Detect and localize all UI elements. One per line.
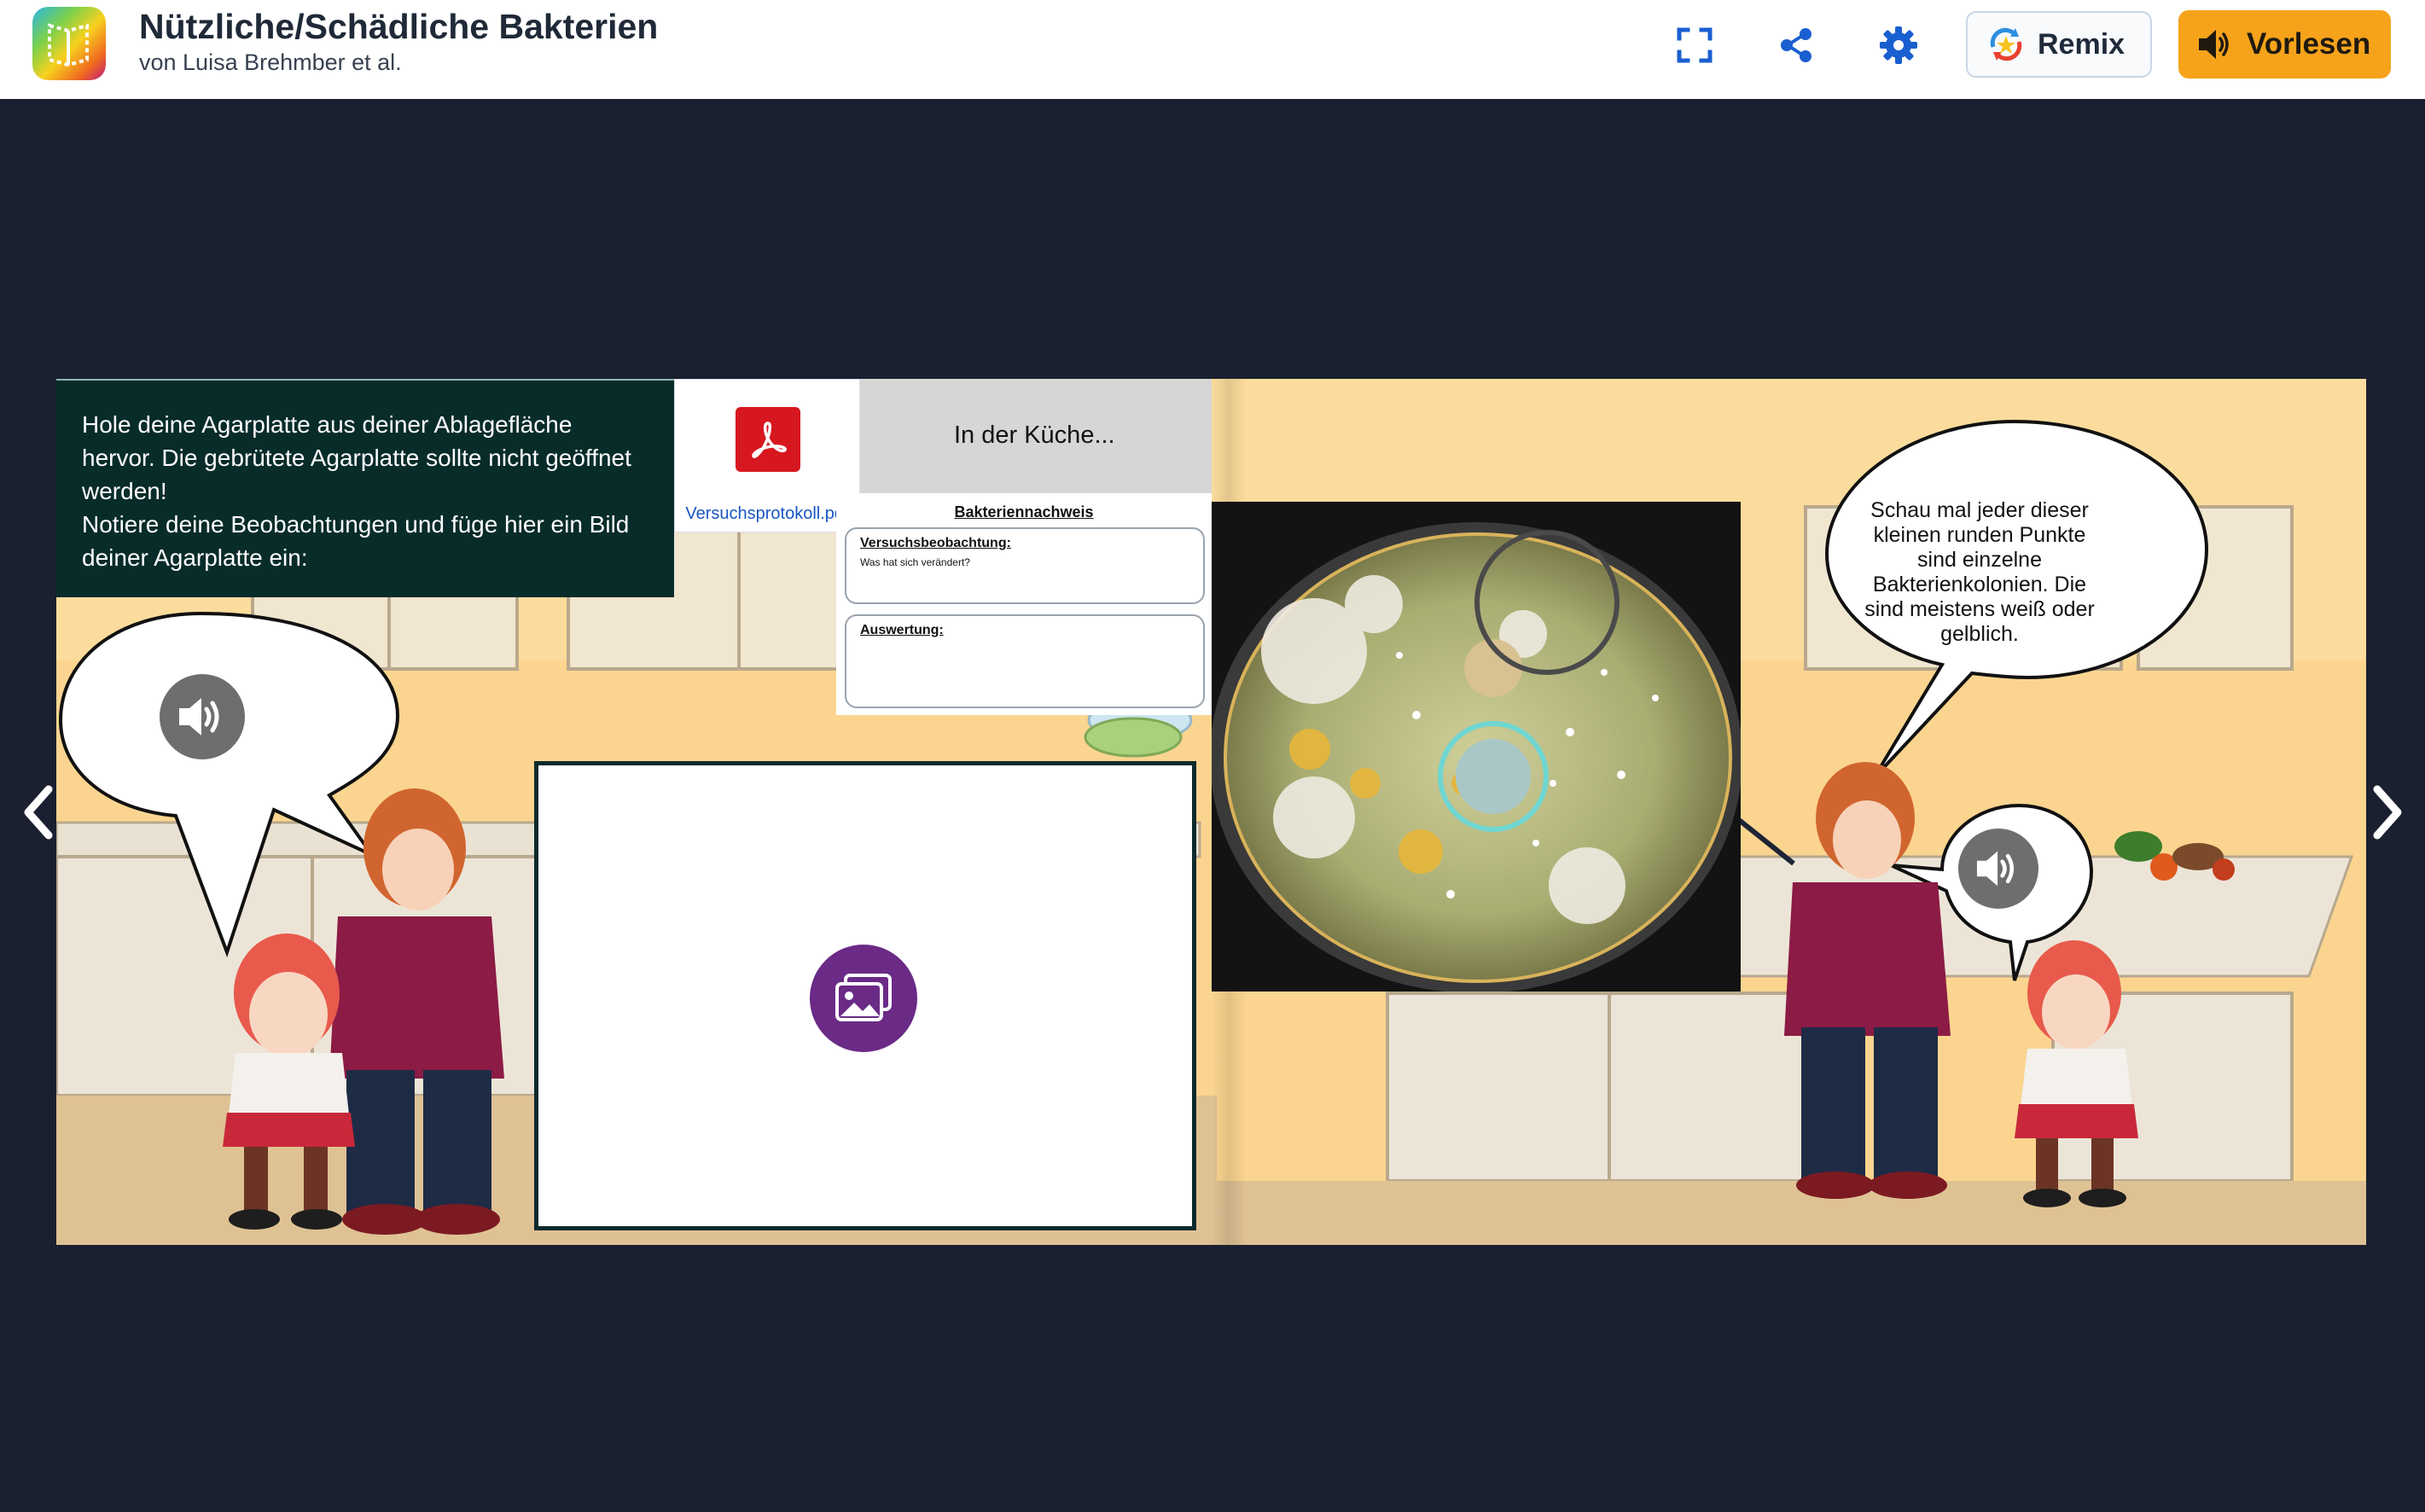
read-aloud-button[interactable]: Vorlesen	[2178, 10, 2391, 79]
kitchen-title: In der Küche...	[954, 422, 1115, 449]
pdf-icon	[736, 407, 800, 472]
book-author: von Luisa Brehmber et al.	[139, 49, 402, 75]
remix-label: Remix	[2038, 27, 2126, 61]
image-upload-icon[interactable]	[810, 945, 917, 1052]
speaker-icon	[2199, 30, 2229, 59]
gear-icon[interactable]	[1875, 21, 1922, 69]
speaker-icon[interactable]	[160, 674, 245, 759]
book-title: Nützliche/Schädliche Bakterien	[139, 7, 659, 46]
app-logo[interactable]	[32, 7, 106, 80]
observation-box: Versuchsbeobachtung: Was hat sich veränd…	[845, 527, 1205, 604]
instruction-line: deiner Agarplatte ein:	[82, 544, 308, 571]
share-icon[interactable]	[1772, 21, 1820, 69]
worksheet-title: Bakteriennachweis	[954, 503, 1094, 520]
image-upload-box[interactable]	[534, 761, 1196, 1230]
kitchen-header: In der Küche...	[860, 379, 1212, 493]
top-bar: Nützliche/Schädliche Bakterien von Luisa…	[0, 0, 2425, 99]
instruction-line: Hole deine Agarplatte aus deiner Ablagef…	[82, 411, 573, 438]
instruction-line: hervor. Die gebrütete Agarplatte sollte …	[82, 445, 631, 471]
fullscreen-icon[interactable]	[1671, 21, 1718, 69]
observation-question: Was hat sich verändert?	[860, 556, 970, 568]
chevron-right-icon[interactable]	[2362, 778, 2413, 846]
instruction-line: werden!	[82, 478, 167, 504]
remix-icon	[1990, 27, 2022, 61]
speech-bubble-text: Schau mal jeder dieser kleinen runden Pu…	[1864, 498, 2095, 646]
instruction-line: Notiere deine Beobachtungen und füge hie…	[82, 511, 630, 538]
read-aloud-label: Vorlesen	[2247, 27, 2371, 61]
evaluation-box: Auswertung:	[845, 614, 1205, 708]
agar-plate-photo	[1212, 502, 1741, 992]
evaluation-label: Auswertung:	[860, 623, 944, 637]
pdf-attachment[interactable]: Versuchsprotokoll.pdf	[674, 379, 860, 532]
pdf-filename[interactable]: Versuchsprotokoll.pdf	[675, 504, 859, 524]
worksheet-preview: Bakteriennachweis Versuchsbeobachtung: W…	[836, 493, 1212, 715]
book-spread: Hole deine Agarplatte aus deiner Ablagef…	[56, 379, 2366, 1245]
remix-button[interactable]: Remix	[1966, 11, 2152, 78]
speaker-icon[interactable]	[1958, 829, 2038, 909]
instruction-textbox: Hole deine Agarplatte aus deiner Ablagef…	[56, 379, 674, 597]
observation-label: Versuchsbeobachtung:	[860, 536, 1011, 550]
